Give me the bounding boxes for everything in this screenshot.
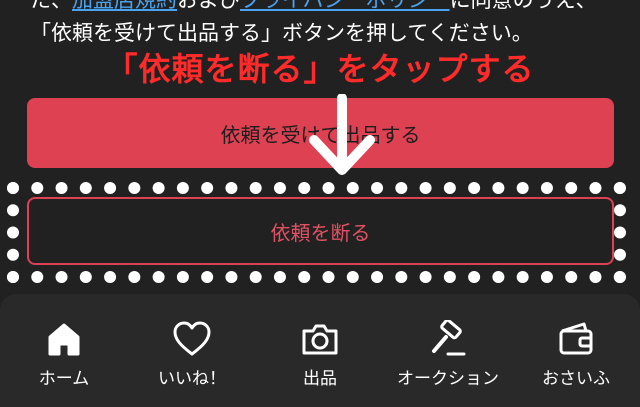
instructions-line-1: た、加盟店規約およびプライバシーポリシーに同意のうえ、 xyxy=(30,0,630,17)
instructions-prefix: た、 xyxy=(30,0,72,12)
gavel-icon xyxy=(432,320,466,356)
privacy-policy-link[interactable]: プライバシーポリシー xyxy=(240,0,450,12)
decline-request-button[interactable]: 依頼を断る xyxy=(27,197,614,265)
overlay-caption: 「依頼を断る」をタップする xyxy=(105,50,535,88)
instructions-suffix: に同意のうえ、 xyxy=(449,0,597,12)
tab-sell[interactable]: 出品 xyxy=(256,294,384,389)
tab-auction-label: オークション xyxy=(397,369,499,389)
bottom-tab-bar: ホーム いいね！ 出品 オークション おさいふ xyxy=(0,294,640,407)
tab-sell-label: 出品 xyxy=(303,369,337,389)
camera-icon xyxy=(302,324,338,355)
tab-wallet-label: おさいふ xyxy=(542,369,610,389)
tab-likes-label: いいね！ xyxy=(158,369,226,389)
tab-auction[interactable]: オークション xyxy=(384,294,512,389)
heart-icon xyxy=(173,321,211,356)
wallet-icon xyxy=(559,322,593,355)
instructions-text: た、加盟店規約およびプライバシーポリシーに同意のうえ、 「依頼を受けて出品する」… xyxy=(30,0,630,50)
instructions-mid: および xyxy=(177,0,240,12)
decline-button-label: 依頼を断る xyxy=(270,220,371,245)
tab-home[interactable]: ホーム xyxy=(0,294,128,389)
terms-link[interactable]: 加盟店規約 xyxy=(72,0,177,12)
tab-wallet[interactable]: おさいふ xyxy=(512,294,640,389)
down-arrow-icon xyxy=(309,94,375,175)
tab-likes[interactable]: いいね！ xyxy=(128,294,256,389)
home-icon xyxy=(48,323,80,356)
tab-home-label: ホーム xyxy=(38,369,90,389)
